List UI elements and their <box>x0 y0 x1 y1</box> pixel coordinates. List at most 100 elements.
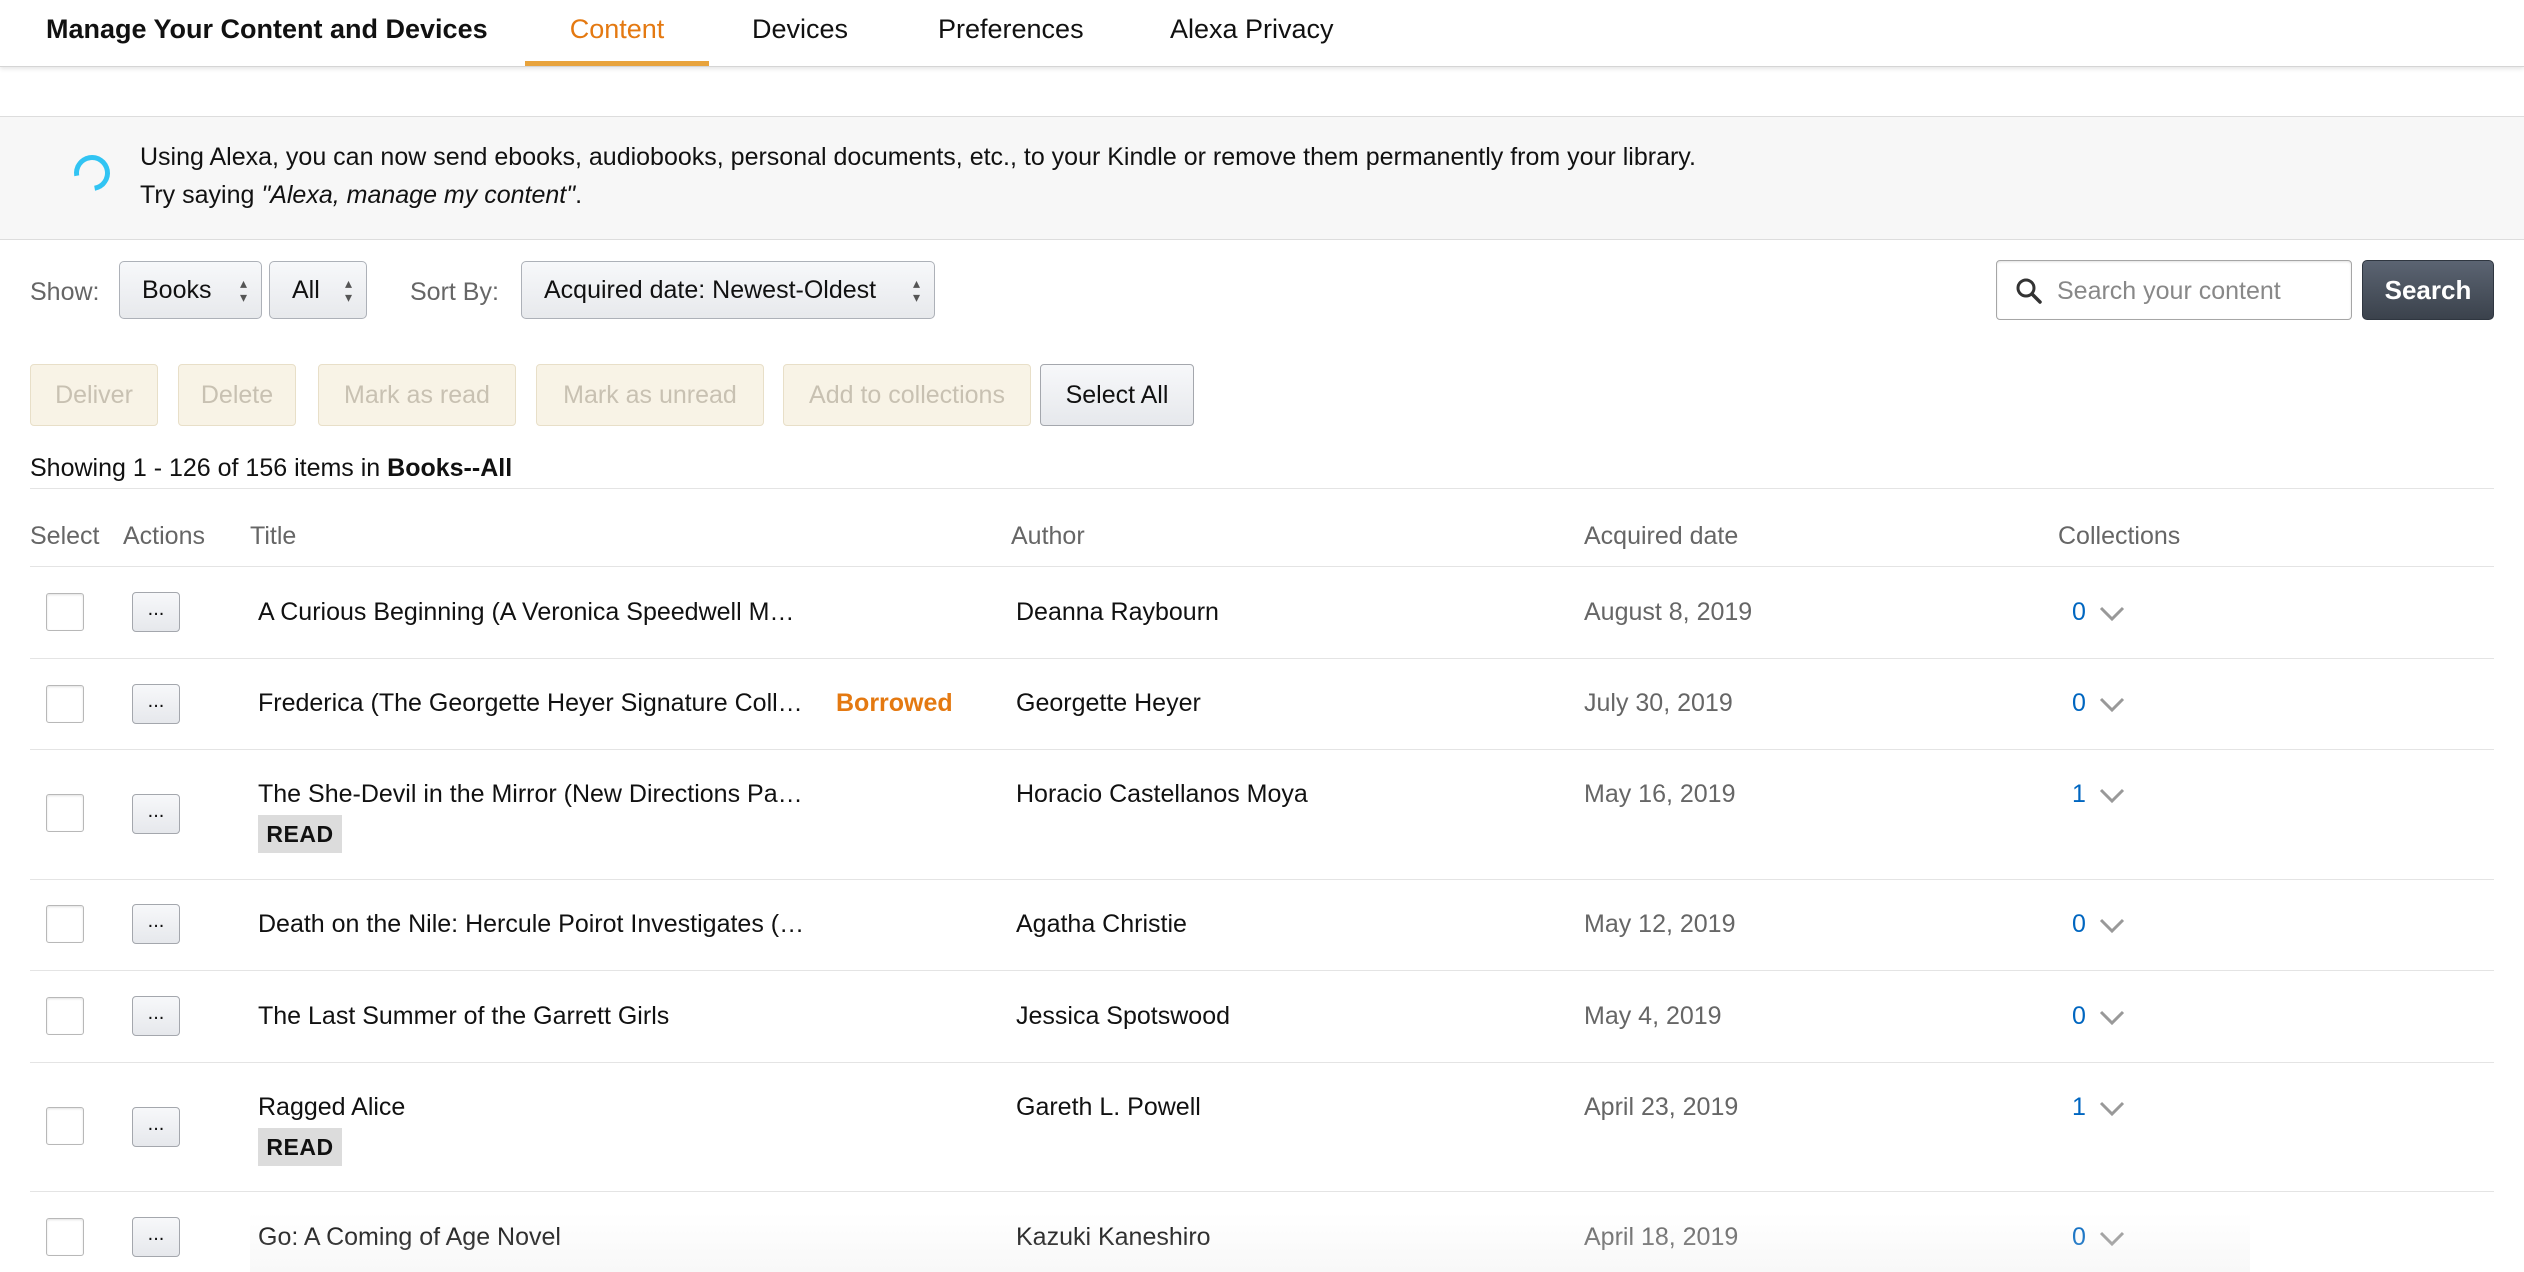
search-icon <box>2016 278 2042 304</box>
book-author: Jessica Spotswood <box>1016 1002 1231 1030</box>
book-author: Gareth L. Powell <box>1016 1093 1201 1121</box>
row-actions-button[interactable]: ... <box>132 684 180 724</box>
column-header-author[interactable]: Author <box>1011 522 1085 551</box>
up-down-arrows-icon: ▴ ▾ <box>344 275 352 305</box>
top-nav: Manage Your Content and Devices Content … <box>0 0 2524 67</box>
search-input[interactable] <box>2055 261 2349 321</box>
table-row: ... A Curious Beginning (A Veronica Spee… <box>0 567 2524 658</box>
table-row: ... Death on the Nile: Hercule Poirot In… <box>0 880 2524 970</box>
column-header-title[interactable]: Title <box>250 522 296 551</box>
alexa-banner: Using Alexa, you can now send ebooks, au… <box>0 116 2524 240</box>
sort-select[interactable]: Acquired date: Newest-Oldest ▴ ▾ <box>521 261 935 319</box>
acquired-date: April 23, 2019 <box>1584 1093 1739 1121</box>
row-checkbox[interactable] <box>46 685 84 723</box>
collections-count[interactable]: 0 <box>2072 1223 2086 1252</box>
up-down-arrows-icon: ▴ ▾ <box>239 275 247 305</box>
read-badge: READ <box>258 815 342 853</box>
book-author: Agatha Christie <box>1016 910 1187 938</box>
column-header-collections: Collections <box>2058 522 2181 550</box>
chevron-down-icon[interactable] <box>2098 696 2126 714</box>
book-title[interactable]: Go: A Coming of Age Novel <box>258 1223 561 1252</box>
acquired-date: May 16, 2019 <box>1584 780 1736 808</box>
book-author: Kazuki Kaneshiro <box>1016 1223 1211 1251</box>
book-author: Deanna Raybourn <box>1016 598 1219 626</box>
add-to-collections-button[interactable]: Add to collections <box>783 364 1031 426</box>
chevron-down-icon[interactable] <box>2098 917 2126 935</box>
subtype-select-value: All <box>292 276 320 304</box>
book-title[interactable]: The Last Summer of the Garrett Girls <box>258 1002 669 1031</box>
banner-hint: Try saying "Alexa, manage my content". <box>140 181 582 210</box>
collections-count[interactable]: 0 <box>2072 598 2086 627</box>
select-all-button[interactable]: Select All <box>1040 364 1194 426</box>
sort-select-value: Acquired date: Newest-Oldest <box>544 276 877 304</box>
row-checkbox[interactable] <box>46 905 84 943</box>
row-actions-button[interactable]: ... <box>132 904 180 944</box>
search-button[interactable]: Search <box>2362 260 2494 320</box>
show-label: Show: <box>30 278 100 306</box>
mark-as-unread-button[interactable]: Mark as unread <box>536 364 764 426</box>
type-select-value: Books <box>142 276 212 304</box>
collections-count[interactable]: 0 <box>2072 910 2086 939</box>
column-header-select: Select <box>30 522 100 550</box>
table-row: ... The She-Devil in the Mirror (New Dir… <box>0 750 2524 879</box>
page-title: Manage Your Content and Devices <box>46 14 488 44</box>
row-checkbox[interactable] <box>46 1218 84 1256</box>
collections-count[interactable]: 0 <box>2072 1002 2086 1031</box>
book-title[interactable]: Death on the Nile: Hercule Poirot Invest… <box>258 910 804 939</box>
row-actions-button[interactable]: ... <box>132 996 180 1036</box>
column-header-acquired-date[interactable]: Acquired date <box>1584 522 1738 551</box>
results-summary: Showing 1 - 126 of 156 items in Books--A… <box>30 454 512 483</box>
chevron-down-icon[interactable] <box>2098 787 2126 805</box>
chevron-down-icon[interactable] <box>2098 1230 2126 1248</box>
row-actions-button[interactable]: ... <box>132 1107 180 1147</box>
book-author: Georgette Heyer <box>1016 689 1201 717</box>
row-checkbox[interactable] <box>46 593 84 631</box>
table-row: ... Frederica (The Georgette Heyer Signa… <box>0 659 2524 749</box>
acquired-date: May 4, 2019 <box>1584 1002 1722 1030</box>
book-author: Horacio Castellanos Moya <box>1016 780 1308 808</box>
read-badge: READ <box>258 1128 342 1166</box>
chevron-down-icon[interactable] <box>2098 1009 2126 1027</box>
acquired-date: July 30, 2019 <box>1584 689 1733 717</box>
chevron-down-icon[interactable] <box>2098 605 2126 623</box>
results-summary-prefix: Showing 1 - 126 of 156 items in <box>30 454 388 482</box>
book-title[interactable]: The She-Devil in the Mirror (New Directi… <box>258 780 803 809</box>
row-checkbox[interactable] <box>46 1107 84 1145</box>
collections-count[interactable]: 0 <box>2072 689 2086 718</box>
row-checkbox[interactable] <box>46 794 84 832</box>
tab-devices[interactable]: Devices <box>752 14 848 66</box>
sort-label: Sort By: <box>410 278 499 306</box>
book-title[interactable]: Ragged Alice <box>258 1093 405 1122</box>
search-field <box>1996 260 2352 321</box>
banner-text: Using Alexa, you can now send ebooks, au… <box>140 143 1696 171</box>
acquired-date: April 18, 2019 <box>1584 1223 1739 1251</box>
acquired-date: May 12, 2019 <box>1584 910 1736 938</box>
up-down-arrows-icon: ▴ ▾ <box>912 275 920 305</box>
banner-hint-prefix: Try saying <box>140 181 262 209</box>
delete-button[interactable]: Delete <box>178 364 296 426</box>
results-category: Books--All <box>387 454 513 482</box>
tab-preferences[interactable]: Preferences <box>938 14 1084 66</box>
row-actions-button[interactable]: ... <box>132 592 180 632</box>
subtype-select[interactable]: All ▴ ▾ <box>269 261 367 319</box>
table-row: ... Ragged Alice READ Gareth L. Powell A… <box>0 1063 2524 1191</box>
borrowed-status: Borrowed <box>836 689 953 717</box>
book-title[interactable]: A Curious Beginning (A Veronica Speedwel… <box>258 598 794 627</box>
banner-hint-quote: "Alexa, manage my content" <box>261 181 576 209</box>
chevron-down-icon[interactable] <box>2098 1100 2126 1118</box>
row-actions-button[interactable]: ... <box>132 1217 180 1257</box>
tab-alexa-privacy[interactable]: Alexa Privacy <box>1170 14 1334 66</box>
type-select[interactable]: Books ▴ ▾ <box>119 261 262 319</box>
table-row: ... Go: A Coming of Age Novel Kazuki Kan… <box>0 1192 2524 1272</box>
divider <box>30 488 2494 489</box>
table-row: ... The Last Summer of the Garrett Girls… <box>0 971 2524 1062</box>
row-checkbox[interactable] <box>46 997 84 1035</box>
collections-count[interactable]: 1 <box>2072 780 2086 809</box>
tab-content[interactable]: Content <box>525 14 709 66</box>
row-actions-button[interactable]: ... <box>132 794 180 834</box>
book-title[interactable]: Frederica (The Georgette Heyer Signature… <box>258 689 803 718</box>
mark-as-read-button[interactable]: Mark as read <box>318 364 516 426</box>
deliver-button[interactable]: Deliver <box>30 364 158 426</box>
acquired-date: August 8, 2019 <box>1584 598 1753 626</box>
collections-count[interactable]: 1 <box>2072 1093 2086 1122</box>
